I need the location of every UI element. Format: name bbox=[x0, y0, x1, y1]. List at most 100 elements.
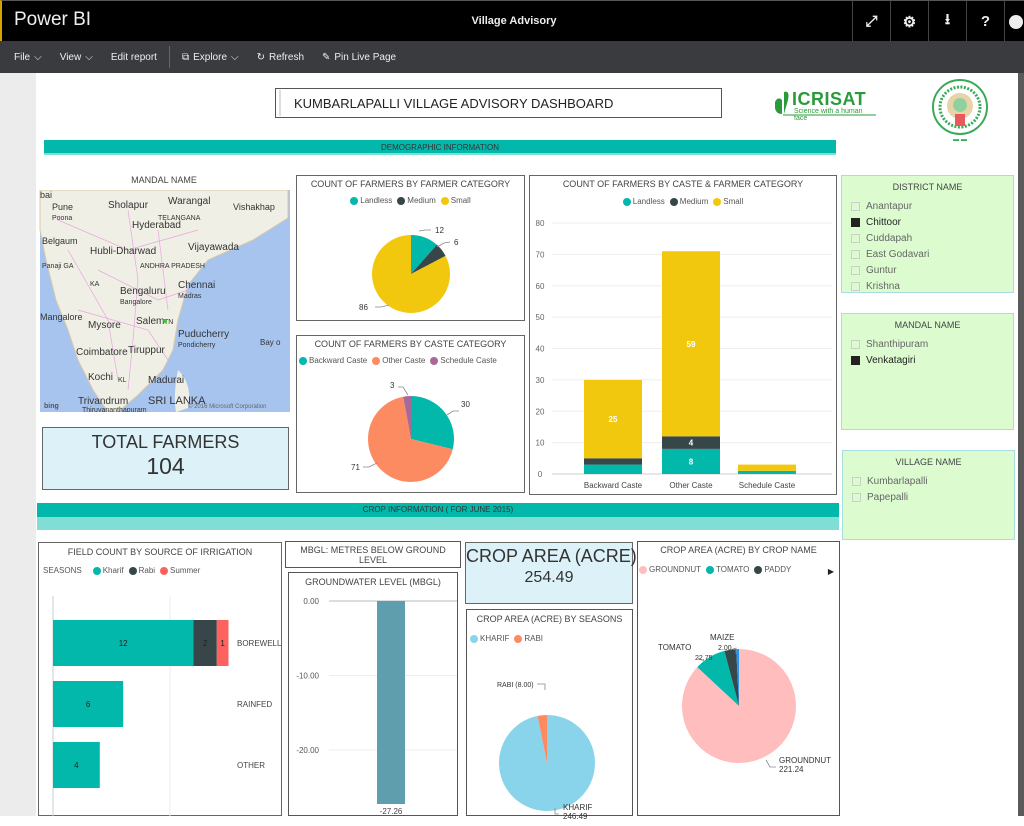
expand-button[interactable]: ⤢ bbox=[852, 1, 890, 42]
demographic-banner: DEMOGRAPHIC INFORMATION bbox=[44, 140, 836, 155]
slicer-item-guntur[interactable]: Guntur bbox=[842, 262, 1013, 278]
y-tick-label: 20 bbox=[536, 407, 545, 416]
mandal-map[interactable]: MANDAL NAME bai Pune Poona Sholapur Warangal… bbox=[38, 172, 290, 412]
slicer-item-venkatagiri[interactable]: Venkatagiri bbox=[842, 352, 1013, 368]
bar-medium-backward-caste bbox=[584, 458, 642, 465]
slicer-item-east-godavari[interactable]: East Godavari bbox=[842, 246, 1013, 262]
legend-item-tomato[interactable]: TOMATO bbox=[706, 565, 749, 574]
y-tick-label: 80 bbox=[536, 219, 545, 228]
crop-seasons-visual[interactable]: CROP AREA (ACRE) BY SEASONS KHARIF RABI K… bbox=[466, 609, 633, 821]
slicer-item-anantapur[interactable]: Anantapur bbox=[842, 198, 1013, 214]
data-label: 2 bbox=[203, 639, 208, 648]
slicer-item-krishna[interactable]: Krishna bbox=[842, 278, 1013, 292]
legend-marker-icon bbox=[299, 356, 307, 365]
data-label: 71 bbox=[351, 463, 360, 472]
legend-item-landless[interactable]: Landless bbox=[350, 196, 392, 205]
slicer-item-shanthipuram[interactable]: Shanthipuram bbox=[842, 336, 1013, 352]
data-label: 4 bbox=[74, 761, 79, 770]
map-label: Madurai bbox=[148, 375, 184, 386]
data-label: 6 bbox=[454, 238, 459, 247]
slicer-item-label: Shanthipuram bbox=[866, 338, 929, 350]
legend-item-paddy[interactable]: PADDY bbox=[754, 565, 791, 574]
data-label: 25 bbox=[609, 415, 618, 424]
slicer-item-papepalli[interactable]: Papepalli bbox=[843, 489, 1014, 505]
edit-report-button[interactable]: Edit report bbox=[102, 41, 166, 73]
slicer-item-kumbarlapalli[interactable]: Kumbarlapalli bbox=[843, 473, 1014, 489]
legend-item-other-caste[interactable]: Other Caste bbox=[372, 356, 425, 365]
legend-label: Small bbox=[450, 196, 471, 205]
gear-icon: ⚙ bbox=[902, 13, 917, 31]
checkbox[interactable] bbox=[851, 281, 860, 291]
checkbox[interactable] bbox=[851, 265, 860, 275]
caste-category-visual[interactable]: COUNT OF FARMERS BY CASTE CATEGORY Backw… bbox=[296, 335, 525, 493]
window-edge bbox=[1018, 73, 1024, 816]
help-button[interactable]: ? bbox=[966, 1, 1004, 42]
legend-label: Landless bbox=[360, 196, 393, 205]
map-label: Mysore bbox=[88, 320, 121, 331]
legend-item-rabi[interactable]: RABI bbox=[514, 634, 543, 643]
leader-line bbox=[418, 229, 431, 232]
caste-farmer-visual[interactable]: COUNT OF FARMERS BY CASTE & FARMER CATEG… bbox=[529, 175, 837, 495]
explore-menu[interactable]: ⧉ Explore ⌵ bbox=[173, 41, 248, 73]
checkbox[interactable] bbox=[852, 492, 861, 502]
legend-label: Schedule Caste bbox=[440, 356, 497, 365]
user-button[interactable] bbox=[1004, 1, 1024, 42]
dashboard-title: KUMBARLAPALLI VILLAGE ADVISORY DASHBOARD bbox=[275, 88, 722, 118]
data-label: KHARIF bbox=[563, 803, 592, 812]
slicer-item-chittoor[interactable]: Chittoor bbox=[842, 214, 1013, 230]
map-label: Puducherry bbox=[178, 329, 229, 340]
chevron-down-icon: ⌵ bbox=[85, 51, 93, 63]
legend-item-backward-caste[interactable]: Backward Caste bbox=[299, 356, 367, 365]
pin-icon: ✎ bbox=[322, 51, 331, 63]
legend-label: Summer bbox=[170, 566, 201, 575]
map-label: Hubli-Dharwad bbox=[90, 246, 156, 257]
legend-marker-icon bbox=[514, 634, 523, 643]
checkbox[interactable] bbox=[851, 217, 860, 227]
legend-item-small[interactable]: Small bbox=[440, 196, 471, 205]
slicer-item-label: Chittoor bbox=[866, 216, 902, 228]
y-tick-label: 50 bbox=[536, 313, 545, 322]
legend-item-summer[interactable]: Summer bbox=[160, 566, 200, 575]
y-tick-label: 0 bbox=[538, 470, 543, 479]
legend-item-rabi[interactable]: Rabi bbox=[128, 566, 155, 575]
legend-item-kharif[interactable]: Kharif bbox=[92, 566, 124, 575]
legend-label: PADDY bbox=[764, 565, 792, 574]
settings-button[interactable]: ⚙ bbox=[890, 1, 928, 42]
user-icon bbox=[1009, 14, 1023, 29]
checkbox[interactable] bbox=[851, 339, 860, 349]
checkbox[interactable] bbox=[851, 233, 860, 243]
legend-item-medium[interactable]: Medium bbox=[397, 196, 436, 205]
state-emblem-logo: ▬ ▬ bbox=[930, 78, 990, 144]
checkbox[interactable] bbox=[851, 355, 860, 365]
map-label: Coimbatore bbox=[76, 347, 128, 358]
checkbox[interactable] bbox=[851, 249, 860, 259]
groundwater-visual[interactable]: GROUNDWATER LEVEL (MBGL) 0.00 -10.00 -20.0… bbox=[288, 572, 458, 816]
y-tick-label: 60 bbox=[536, 282, 545, 291]
slicer-item-label: Cuddapah bbox=[866, 232, 913, 244]
file-menu[interactable]: File ⌵ bbox=[0, 41, 51, 73]
legend-item-groundnut[interactable]: GROUNDNUT bbox=[639, 565, 701, 574]
crop-name-visual[interactable]: CROP AREA (ACRE) BY CROP NAME GROUNDNUT T… bbox=[637, 541, 840, 816]
slicer-item-cuddapah[interactable]: Cuddapah bbox=[842, 230, 1013, 246]
map-label: Bangalore bbox=[120, 299, 152, 306]
checkbox[interactable] bbox=[852, 476, 861, 486]
category-label: BOREWELL bbox=[237, 639, 282, 648]
map-label: Sholapur bbox=[108, 200, 149, 211]
slicer-item-label: Kumbarlapalli bbox=[867, 475, 928, 487]
legend-item-schedule-caste[interactable]: Schedule Caste bbox=[430, 356, 497, 365]
irrigation-bar-chart: 12 2 1 BOREWELL 6 RAINFED 4 OTHER bbox=[52, 596, 282, 816]
map-canvas[interactable]: baiPunePoonaSholapur Warangal VishakhapTEL… bbox=[38, 190, 290, 412]
farmer-category-visual[interactable]: COUNT OF FARMERS BY FARMER CATEGORY Land… bbox=[296, 175, 525, 321]
pin-live-page-button[interactable]: ✎ Pin Live Page bbox=[313, 41, 405, 73]
legend-label: Kharif bbox=[102, 566, 124, 575]
refresh-button[interactable]: ↻ Refresh bbox=[248, 41, 313, 73]
legend-item-kharif[interactable]: KHARIF bbox=[470, 634, 509, 643]
map-label: Kochi bbox=[88, 372, 113, 383]
view-menu[interactable]: View ⌵ bbox=[51, 41, 102, 73]
download-icon: ⭳ bbox=[944, 11, 951, 28]
village-slicer: VILLAGE NAME Kumbarlapalli Papepalli bbox=[842, 450, 1015, 540]
checkbox[interactable] bbox=[851, 201, 860, 211]
legend-next-arrow[interactable]: ▶ bbox=[828, 567, 834, 576]
irrigation-visual[interactable]: FIELD COUNT BY SOURCE OF IRRIGATION SEAS… bbox=[38, 542, 282, 816]
download-button[interactable]: ⭳ bbox=[928, 1, 966, 42]
